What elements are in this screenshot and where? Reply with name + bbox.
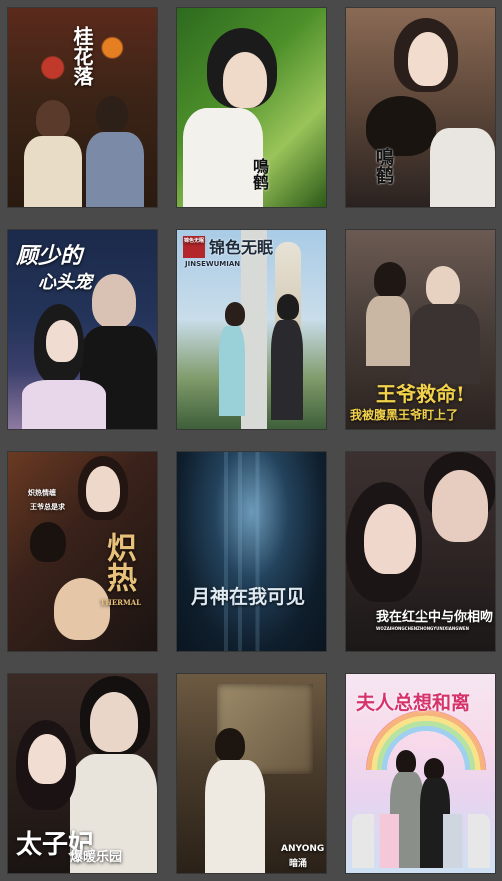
children-group (352, 814, 490, 868)
female-figure (215, 728, 245, 762)
poster-title: 月神在我可见 (191, 586, 306, 608)
poster-card-5[interactable]: 锦色无眠 锦色无眠 JINSEWUMIAN (177, 230, 326, 429)
poster-card-1[interactable]: 桂花落 (8, 8, 157, 207)
poster-card-7[interactable]: 炽热情缠 王爷总是求 炽热 THERMAL (8, 452, 157, 651)
male-figure (277, 294, 299, 320)
poster-title-en: ANYONG (281, 844, 325, 854)
poster-title-line1: 顾少的 (16, 243, 83, 269)
poster-card-6[interactable]: 王爷救命! 我被腹黑王爷盯上了 (346, 230, 495, 429)
poster-card-4[interactable]: 顾少的 心头宠 (8, 230, 157, 429)
poster-title: 王爷救命! (376, 382, 465, 406)
poster-subtitle: JINSEWUMIAN (185, 260, 241, 268)
female-face (364, 504, 416, 574)
male-figure-armor (410, 304, 480, 384)
female-figure (374, 262, 406, 298)
poster-card-9[interactable]: 我在红尘中与你相吻 WOZAIHONGCHENZHONGYUNIXIANGWEN (346, 452, 495, 651)
poster-card-10[interactable]: 太子妃 爆暖乐园 (8, 674, 157, 873)
woman-figure (424, 758, 444, 780)
poster-card-2[interactable]: 鳴鹤 (177, 8, 326, 207)
male-face (432, 470, 488, 542)
poster-card-12[interactable]: 夫人总想和离 (346, 674, 495, 873)
male-face (90, 692, 138, 752)
face (408, 32, 448, 86)
poster-title: 锦色无眠 (209, 238, 274, 257)
poster-grid: 桂花落 鳴鹤 鳴鹤 顾少的 心头宠 锦色无眠 锦色无眠 JINSEWUMIAN … (0, 0, 502, 881)
poster-title: 炽热 (101, 532, 136, 592)
female-figure-body (24, 136, 82, 207)
poster-seal-text: 锦色无眠 (184, 238, 205, 244)
poster-card-11[interactable]: ANYONG 暗涌 (177, 674, 326, 873)
male-figure (366, 96, 436, 156)
female-figure (36, 100, 70, 138)
female-figure (225, 302, 245, 326)
face (46, 320, 78, 362)
face (223, 52, 267, 108)
poster-title: 鳴鹤 (250, 158, 269, 190)
female-dress (205, 760, 265, 873)
poster-title: 夫人总想和离 (356, 692, 471, 714)
poster-tagline-2: 王爷总是求 (30, 502, 65, 511)
male-figure (96, 96, 128, 132)
poster-subtitle: THERMAL (100, 598, 142, 607)
poster-tagline-1: 炽热情缠 (28, 488, 56, 497)
light-beams (217, 452, 287, 651)
female-face (28, 734, 66, 784)
male-figure (92, 274, 136, 328)
male-figure (30, 522, 66, 562)
female-figure-body (22, 380, 106, 429)
poster-subtitle: WOZAIHONGCHENZHONGYUNIXIANGWEN (376, 626, 470, 631)
poster-card-3[interactable]: 鳴鹤 (346, 8, 495, 207)
poster-title: 桂花落 (70, 26, 94, 86)
poster-title: 鳴鹤 (373, 148, 394, 184)
face (86, 466, 120, 512)
poster-title: 我在红尘中与你相吻 (376, 610, 494, 625)
male-figure-body (86, 132, 144, 207)
poster-subtitle: 我被腹黑王爷盯上了 (350, 408, 459, 422)
poster-card-8[interactable]: 月神在我可见 (177, 452, 326, 651)
male-figure (426, 266, 460, 306)
costume (430, 128, 495, 207)
female-figure-body (219, 326, 245, 416)
poster-subtitle: 爆暖乐园 (70, 850, 123, 865)
poster-title: 暗涌 (289, 859, 308, 869)
man-figure (396, 750, 416, 774)
female-figure-body (366, 296, 410, 366)
male-figure-body (271, 320, 303, 420)
poster-title-line2: 心头宠 (38, 272, 92, 293)
